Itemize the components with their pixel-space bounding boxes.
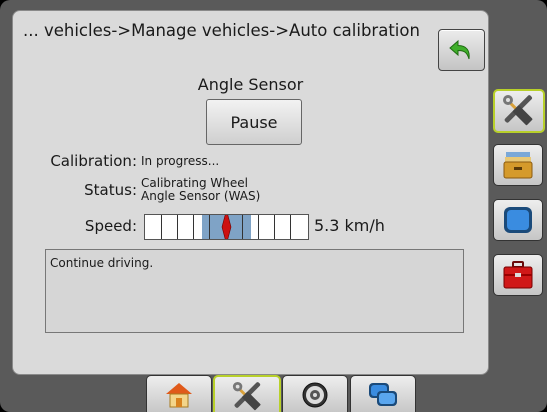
sidebar-item-tools[interactable] — [493, 89, 545, 133]
main-panel: ... vehicles->Manage vehicles->Auto cali… — [12, 10, 489, 375]
calibration-label: Calibration: — [50, 152, 137, 170]
speed-value: 5.3 km/h — [314, 216, 385, 235]
file-drawer-icon — [503, 152, 533, 179]
speed-tick — [209, 215, 210, 239]
tools-icon — [232, 381, 261, 411]
back-button[interactable] — [438, 29, 485, 71]
speed-tick — [177, 215, 178, 239]
status-line-2: Angle Sensor (WAS) — [141, 189, 261, 203]
tab-tools[interactable] — [213, 375, 281, 412]
monitor-icon — [504, 207, 532, 233]
screens-icon — [369, 383, 397, 406]
speed-tick — [161, 215, 162, 239]
speed-tick — [193, 215, 194, 239]
speed-label: Speed: — [84, 217, 137, 235]
gauge-icon — [302, 382, 328, 408]
sensor-title: Angle Sensor — [197, 75, 304, 94]
speed-tick — [274, 215, 275, 239]
sidebar-item-toolbox[interactable] — [493, 254, 543, 296]
tools-icon — [503, 95, 533, 126]
sidebar-item-files[interactable] — [493, 144, 543, 186]
speed-tick — [290, 215, 291, 239]
message-text: Continue driving. — [50, 256, 154, 270]
home-icon — [166, 383, 192, 408]
speed-tick — [258, 215, 259, 239]
tab-screens[interactable] — [350, 375, 416, 412]
tab-gauge[interactable] — [282, 375, 348, 412]
breadcrumb: ... vehicles->Manage vehicles->Auto cali… — [23, 21, 420, 40]
tab-home[interactable] — [146, 375, 212, 412]
speed-needle-icon — [221, 215, 232, 239]
speed-tick — [242, 215, 243, 239]
display-frame: ... vehicles->Manage vehicles->Auto cali… — [0, 0, 547, 412]
toolbox-icon — [503, 261, 533, 289]
back-arrow-icon — [449, 39, 470, 60]
message-box: Continue driving. — [45, 249, 464, 333]
status-value: Calibrating Wheel Angle Sensor (WAS) — [141, 177, 260, 203]
calibration-value: In progress... — [141, 154, 220, 168]
speed-bar — [144, 214, 309, 240]
status-label: Status: — [84, 181, 137, 199]
pause-button[interactable]: Pause — [206, 99, 302, 145]
sidebar-item-display[interactable] — [493, 199, 543, 241]
